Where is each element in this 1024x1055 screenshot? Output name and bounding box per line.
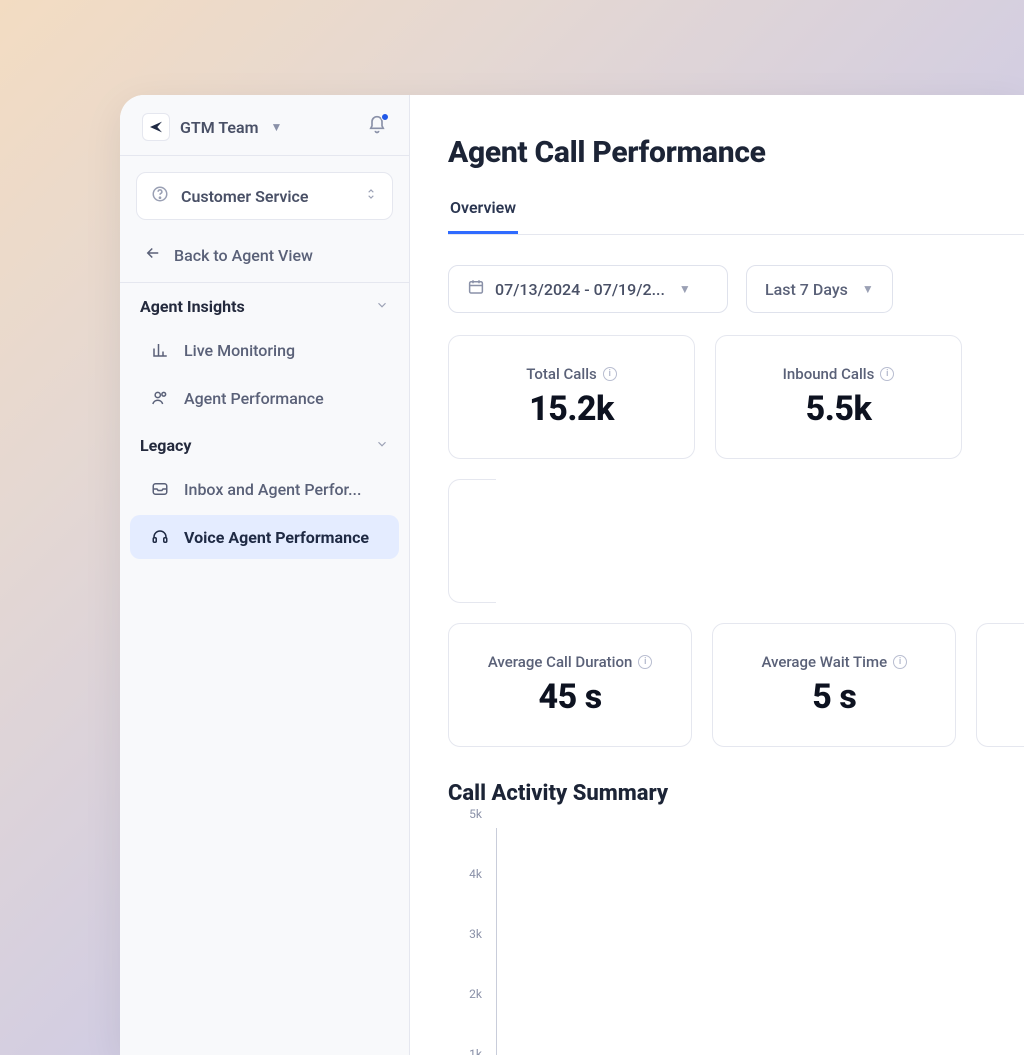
bar-chart-icon [150,340,170,360]
group-legacy[interactable]: Legacy [120,422,409,465]
nav-agent-performance[interactable]: Agent Performance [130,376,399,420]
metric-clipped [976,623,1024,747]
info-icon[interactable]: i [893,655,907,669]
metric-clipped [448,479,496,603]
metric-avg-call-duration: Average Call Duration i 45 s [448,623,692,747]
metric-label: Average Wait Time i [761,653,907,671]
metric-total-calls: Total Calls i 15.2k [448,335,695,459]
metric-label-text: Total Calls [526,365,597,383]
group-label: Legacy [140,436,191,455]
metrics-row-1: Total Calls i 15.2k Inbound Calls i 5.5k [448,335,1024,603]
y-tick: 3k [469,927,482,941]
metric-label-text: Inbound Calls [783,365,875,383]
page-title: Agent Call Performance [448,135,1024,170]
nav-live-monitoring[interactable]: Live Monitoring [130,328,399,372]
headset-icon [150,527,170,547]
arrow-left-icon [144,244,162,266]
calendar-icon [467,278,485,300]
date-range-picker[interactable]: 07/13/2024 - 07/19/2... ▼ [448,265,728,313]
help-circle-icon [151,185,169,207]
metric-value: 5.5k [806,389,872,429]
back-link-label: Back to Agent View [174,246,313,265]
tab-overview[interactable]: Overview [448,198,518,234]
nav-label: Inbox and Agent Perfor... [184,480,361,499]
info-icon[interactable]: i [603,367,617,381]
y-tick: 5k [469,807,482,821]
app-window: GTM Team ▼ Customer Service [120,95,1024,1055]
team-switcher[interactable]: GTM Team ▼ [120,95,409,155]
metric-avg-wait-time: Average Wait Time i 5 s [712,623,956,747]
chart-plot-area [496,828,1024,1055]
chevron-down-icon [375,297,389,316]
y-tick: 4k [469,867,482,881]
info-icon[interactable]: i [638,655,652,669]
metric-label: Total Calls i [526,365,617,383]
y-tick: 2k [469,987,482,1001]
y-tick: 1k [469,1047,482,1055]
nav-inbox-agent[interactable]: Inbox and Agent Perfor... [130,467,399,511]
chart-bars [497,828,1024,1055]
metrics-row-2: Average Call Duration i 45 s Average Wai… [448,623,1024,747]
inbox-icon [150,479,170,499]
metric-label: Average Call Duration i [488,653,653,671]
filter-bar: 07/13/2024 - 07/19/2... ▼ Last 7 Days ▼ [448,265,1024,313]
nav-label: Agent Performance [184,389,324,408]
metric-label-text: Average Wait Time [761,653,887,671]
metric-value: 15.2k [529,389,614,429]
group-label: Agent Insights [140,297,245,316]
nav-label: Live Monitoring [184,341,295,360]
users-icon [150,388,170,408]
team-name: GTM Team [180,118,259,137]
sidebar: GTM Team ▼ Customer Service [120,95,410,1055]
notifications-button[interactable] [367,115,387,139]
group-agent-insights[interactable]: Agent Insights [120,283,409,326]
preset-range-picker[interactable]: Last 7 Days ▼ [746,265,893,313]
metric-label-text: Average Call Duration [488,653,633,671]
nav-voice-agent-performance[interactable]: Voice Agent Performance [130,515,399,559]
chevron-down-icon [375,436,389,455]
caret-down-icon: ▼ [862,282,874,296]
metric-label: Inbound Calls i [783,365,895,383]
divider [120,155,409,156]
metric-inbound-calls: Inbound Calls i 5.5k [715,335,962,459]
notification-dot [381,113,389,121]
logo-icon [142,113,170,141]
chart: 01k2k3k4k5k 07/13/202407/14/202407/15/20… [448,828,1024,1055]
caret-down-icon: ▼ [679,282,691,296]
chart-title: Call Activity Summary [448,781,1024,806]
date-range-text: 07/13/2024 - 07/19/2... [495,280,665,299]
back-link[interactable]: Back to Agent View [120,230,409,282]
metric-value: 5 s [812,677,856,717]
service-selector[interactable]: Customer Service [136,172,393,220]
info-icon[interactable]: i [880,367,894,381]
chevrons-up-down-icon [364,185,378,207]
caret-down-icon: ▼ [271,120,283,134]
service-selector-label: Customer Service [181,187,309,206]
main-content: Agent Call Performance Overview 07/13/20… [410,95,1024,1055]
preset-label: Last 7 Days [765,280,848,299]
chart-y-axis: 01k2k3k4k5k [448,828,490,1055]
tabs: Overview [448,198,1024,235]
nav-label: Voice Agent Performance [184,528,369,547]
metric-value: 45 s [539,677,602,717]
